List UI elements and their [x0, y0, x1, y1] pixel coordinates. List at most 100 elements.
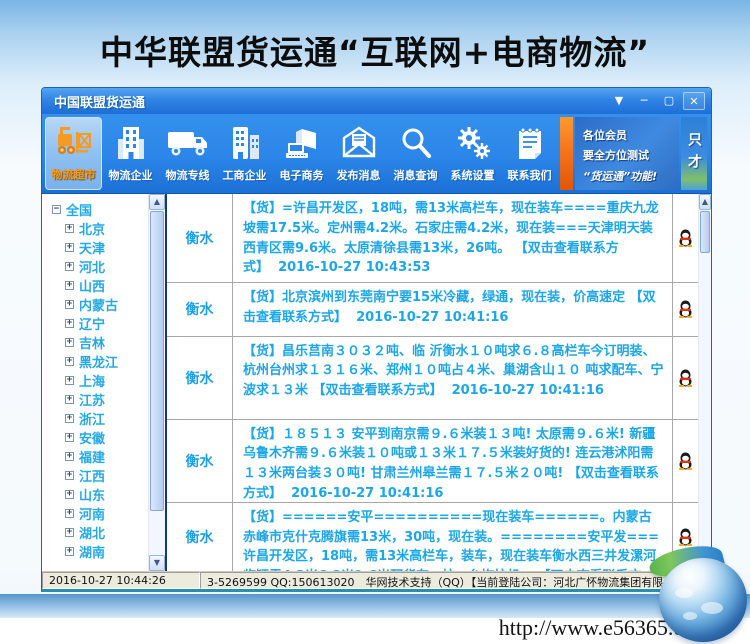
globe-logo — [653, 550, 750, 644]
message-time: 2016-10-27 10:43:53 — [278, 260, 430, 275]
scroll-down-icon[interactable]: ▼ — [149, 555, 165, 571]
origin-city: 衡水 — [167, 194, 233, 282]
expand-icon[interactable]: + — [65, 243, 74, 252]
toolbar-item-business-company[interactable]: 工商企业 — [216, 117, 273, 190]
toolbar-item-label: 联系我们 — [508, 167, 552, 183]
scroll-up-icon[interactable]: ▲ — [699, 194, 711, 210]
expand-icon[interactable]: + — [65, 433, 74, 442]
tree-item-province[interactable]: +黑龙江 — [65, 352, 148, 371]
message-time: 2016-10-27 10:41:16 — [291, 486, 443, 501]
tree-label: 内蒙古 — [79, 295, 118, 314]
banner-line: “货运通”功能! — [583, 168, 673, 184]
collapse-icon[interactable]: − — [52, 205, 61, 214]
message-body: 【货】北京滨州到东莞南宁要15米冷藏，绿通，现在装，价高速定 【双击查看联系方式… — [233, 283, 672, 335]
close-icon[interactable]: ✕ — [683, 92, 705, 110]
qq-contact-icon[interactable] — [672, 337, 698, 419]
message-text: 【货】======安平==========现在装车======。内蒙古赤峰市克什… — [243, 510, 659, 571]
toolbar-item-label: 电子商务 — [280, 167, 324, 183]
window-titlebar: 中国联盟货运通 ▼ ─ ▢ ✕ — [42, 88, 711, 114]
tree-item-province[interactable]: + 河南 — [65, 504, 148, 523]
expand-icon[interactable]: + — [65, 547, 74, 556]
expand-icon[interactable]: + — [65, 509, 74, 518]
expand-icon[interactable]: + — [65, 281, 74, 290]
minimize-icon[interactable]: ─ — [633, 92, 655, 110]
expand-icon[interactable]: + — [65, 414, 74, 423]
tree-item-province[interactable]: +江苏 — [65, 390, 148, 409]
toolbar-item-logistics-company[interactable]: 物流企业 — [102, 117, 159, 190]
message-body: 【货】======安平==========现在装车======。内蒙古赤峰市克什… — [233, 503, 672, 571]
tree-item-province[interactable]: +江西 — [65, 466, 148, 485]
toolbar-item-label: 物流企业 — [109, 167, 153, 183]
tree-item-province[interactable]: +上海 — [65, 371, 148, 390]
expand-icon[interactable]: + — [65, 376, 74, 385]
banner-line: 各位会员 — [583, 127, 673, 143]
tree-item-root[interactable]: − 全国 — [52, 200, 148, 219]
dropdown-icon[interactable]: ▼ — [608, 92, 630, 110]
message-body: 【货】昌乐莒南３０３２吨、临 沂衡水１０吨求６.８高栏车今订明装、杭州台州求１３… — [233, 337, 672, 419]
tree-label: 河南 — [79, 504, 105, 523]
message-row[interactable]: 衡水 【货】=许昌开发区，18吨，需13米高栏车，现在装车====重庆九龙坡需1… — [167, 194, 698, 283]
tree-item-province[interactable]: + 浙江 — [65, 409, 148, 428]
expand-icon[interactable]: + — [65, 357, 74, 366]
tree-label: 湖北 — [79, 523, 105, 542]
toolbar-item-post-message[interactable]: 发布消息 — [330, 117, 387, 190]
message-time: 2016-10-27 10:41:16 — [356, 310, 508, 325]
tree-label: 福建 — [79, 447, 105, 466]
tree-label: 天津 — [79, 238, 105, 257]
message-row[interactable]: 衡水 【货】昌乐莒南３０３２吨、临 沂衡水１０吨求６.８高栏车今订明装、杭州台州… — [167, 337, 698, 420]
banner-line: 要全方位测试 — [583, 147, 673, 163]
expand-icon[interactable]: + — [65, 528, 74, 537]
expand-icon[interactable]: + — [65, 490, 74, 499]
message-row[interactable]: 衡水 【货】======安平==========现在装车======。内蒙古赤峰… — [167, 503, 698, 571]
expand-icon[interactable]: + — [65, 395, 74, 404]
tree-item-province[interactable]: +北京 — [65, 219, 148, 238]
tree-item-province[interactable]: +河北 — [65, 257, 148, 276]
expand-icon[interactable]: + — [65, 471, 74, 480]
tree-scrollbar[interactable]: ▲ ▼ — [148, 194, 165, 571]
expand-icon[interactable]: + — [65, 224, 74, 233]
message-row[interactable]: 衡水 【货】北京滨州到东莞南宁要15米冷藏，绿通，现在装，价高速定 【双击查看联… — [167, 283, 698, 336]
status-bar: 2016-10-27 10:44:26 3-5269599 QQ:1506130… — [42, 571, 711, 589]
toolbar-item-logistics-supermarket[interactable]: 物流超市 — [45, 117, 102, 190]
tree-label: 山西 — [79, 276, 105, 295]
list-scrollbar[interactable]: ▲ ▼ — [698, 194, 711, 571]
list-scrollbar-thumb[interactable] — [700, 211, 710, 253]
expand-icon[interactable]: + — [65, 262, 74, 271]
expand-icon[interactable]: + — [65, 300, 74, 309]
tree-item-province[interactable]: + 天津 — [65, 238, 148, 257]
origin-city: 衡水 — [167, 503, 233, 571]
tree-item-province[interactable]: + 湖北 — [65, 523, 148, 542]
tree-item-province[interactable]: +湖南 — [65, 542, 148, 561]
message-body: 【货】=许昌开发区，18吨，需13米高栏车，现在装车====重庆九龙坡需17.5… — [233, 194, 672, 282]
scroll-up-icon[interactable]: ▲ — [149, 194, 165, 210]
maximize-icon[interactable]: ▢ — [658, 92, 680, 110]
qq-contact-icon[interactable] — [672, 420, 698, 502]
qq-contact-icon[interactable] — [672, 283, 698, 335]
expand-icon[interactable]: + — [65, 338, 74, 347]
toolbar-item-contact-us[interactable]: 联系我们 — [501, 117, 558, 190]
tree-item-province[interactable]: + 福建 — [65, 447, 148, 466]
expand-icon[interactable]: + — [65, 452, 74, 461]
tree-item-province[interactable]: +安徽 — [65, 428, 148, 447]
tree-item-province[interactable]: +吉林 — [65, 333, 148, 352]
tree-item-province[interactable]: + 辽宁 — [65, 314, 148, 333]
tree-item-province[interactable]: + 山西 — [65, 276, 148, 295]
toolbar-item-system-settings[interactable]: 系统设置 — [444, 117, 501, 190]
tree-label: 山东 — [79, 485, 105, 504]
tree-scrollbar-thumb[interactable] — [150, 211, 164, 511]
tree-item-province[interactable]: + 山东 — [65, 485, 148, 504]
toolbar-item-logistics-line[interactable]: 物流专线 — [159, 117, 216, 190]
application-window: 中国联盟货运通 ▼ ─ ▢ ✕ — [41, 87, 712, 592]
toolbar-item-ecommerce[interactable]: 电子商务 — [273, 117, 330, 190]
tree-label: 浙江 — [79, 409, 105, 428]
qq-contact-icon[interactable] — [672, 194, 698, 282]
toolbar-item-message-query[interactable]: 消息查询 — [387, 117, 444, 190]
expand-icon[interactable]: + — [65, 319, 74, 328]
member-notice-banner: 各位会员 要全方位测试 “货运通”功能! — [575, 117, 679, 190]
message-row[interactable]: 衡水 【货】１８５１３ 安平到南京需９.６米装１３吨! 太原需９.６米! 新疆乌… — [167, 420, 698, 503]
marquee-text: 只才 — [684, 132, 704, 176]
tree-label: 辽宁 — [79, 314, 105, 333]
magnifier-icon — [398, 122, 434, 164]
tree-item-province[interactable]: + 内蒙古 — [65, 295, 148, 314]
toolbar-item-label: 消息查询 — [394, 167, 438, 183]
